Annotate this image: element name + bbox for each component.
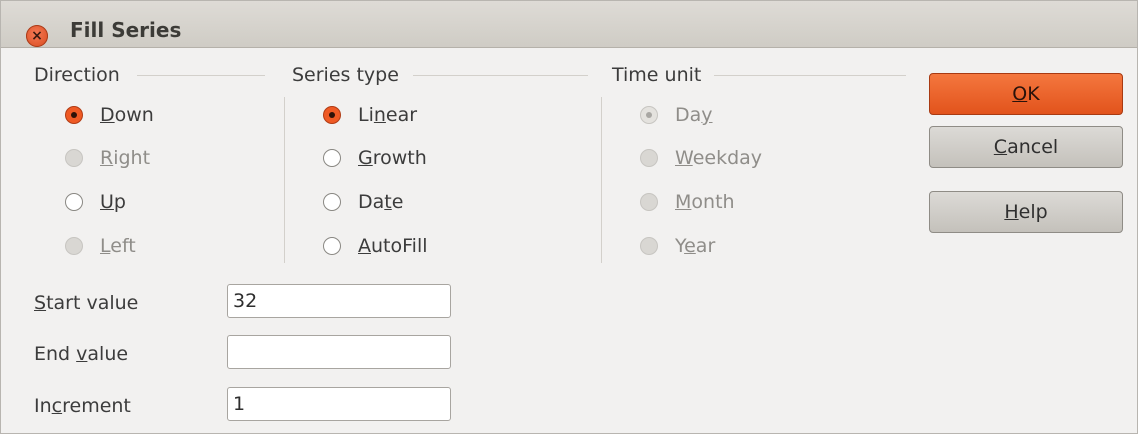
radio-circle-icon bbox=[65, 193, 83, 211]
radio-circle-icon bbox=[65, 237, 83, 255]
direction-radio-label: Down bbox=[100, 104, 154, 126]
time-unit-radio-day: Day bbox=[640, 100, 713, 130]
direction-radio-label: Up bbox=[100, 191, 126, 213]
help-button[interactable]: Help bbox=[929, 191, 1123, 233]
radio-circle-icon bbox=[640, 149, 658, 167]
close-glyph: × bbox=[31, 28, 43, 44]
direction-radio-down[interactable]: Down bbox=[65, 100, 154, 130]
series-type-radio-label: Linear bbox=[358, 104, 418, 126]
end-value-field[interactable] bbox=[227, 335, 451, 369]
direction-radio-label: Left bbox=[100, 235, 136, 257]
radio-circle-icon bbox=[640, 193, 658, 211]
series-type-radio-autofill[interactable]: AutoFill bbox=[323, 231, 428, 261]
time-unit-radio-month: Month bbox=[640, 187, 735, 217]
title-bar: × Fill Series bbox=[1, 1, 1137, 48]
time-unit-radio-weekday: Weekday bbox=[640, 143, 762, 173]
direction-radio-left: Left bbox=[65, 231, 136, 261]
radio-circle-icon bbox=[323, 237, 341, 255]
series-type-radio-growth[interactable]: Growth bbox=[323, 143, 427, 173]
direction-radio-right: Right bbox=[65, 143, 150, 173]
radio-circle-icon bbox=[323, 193, 341, 211]
fill-series-dialog: × Fill Series Direction Down Right Up Left … bbox=[0, 0, 1138, 434]
series-type-divider bbox=[413, 75, 588, 76]
increment-label: Increment bbox=[34, 395, 131, 417]
series-type-radio-label: AutoFill bbox=[358, 235, 428, 257]
start-value-field[interactable] bbox=[227, 284, 451, 318]
radio-circle-icon bbox=[323, 106, 341, 124]
series-type-radio-label: Growth bbox=[358, 147, 427, 169]
ok-button[interactable]: OK bbox=[929, 73, 1123, 115]
close-icon[interactable]: × bbox=[26, 25, 48, 47]
series-type-separator bbox=[284, 97, 285, 263]
cancel-button[interactable]: Cancel bbox=[929, 126, 1123, 168]
radio-circle-icon bbox=[65, 106, 83, 124]
radio-circle-icon bbox=[640, 106, 658, 124]
series-type-radio-linear[interactable]: Linear bbox=[323, 100, 417, 130]
series-type-radio-label: Date bbox=[358, 191, 404, 213]
time-unit-radio-label: Weekday bbox=[675, 147, 763, 169]
time-unit-radio-label: Year bbox=[675, 235, 716, 257]
direction-frame-title: Direction bbox=[34, 64, 120, 86]
direction-radio-label: Right bbox=[100, 147, 151, 169]
dialog-title: Fill Series bbox=[70, 18, 182, 42]
radio-circle-icon bbox=[640, 237, 658, 255]
end-value-label: End value bbox=[34, 343, 129, 365]
series-type-frame-title: Series type bbox=[292, 64, 399, 86]
time-unit-radio-label: Month bbox=[675, 191, 735, 213]
time-unit-separator bbox=[601, 97, 602, 263]
time-unit-frame-title: Time unit bbox=[612, 64, 702, 86]
increment-field[interactable] bbox=[227, 387, 451, 421]
start-value-label: Start value bbox=[34, 292, 139, 314]
time-unit-radio-year: Year bbox=[640, 231, 715, 261]
series-type-radio-date[interactable]: Date bbox=[323, 187, 403, 217]
direction-radio-up[interactable]: Up bbox=[65, 187, 126, 217]
time-unit-radio-label: Day bbox=[675, 104, 713, 126]
direction-divider bbox=[137, 75, 265, 76]
time-unit-divider bbox=[714, 75, 906, 76]
radio-circle-icon bbox=[323, 149, 341, 167]
radio-circle-icon bbox=[65, 149, 83, 167]
